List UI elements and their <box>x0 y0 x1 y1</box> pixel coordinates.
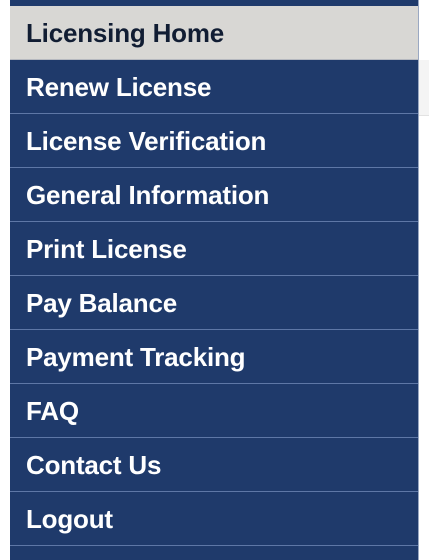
menu-item-label: General Information <box>26 179 270 210</box>
content-panel-edge <box>418 60 429 116</box>
menu-item-renew-license[interactable]: Renew License <box>10 60 418 114</box>
menu-item-label: Pay Balance <box>26 287 178 318</box>
menu-item-licensing-home[interactable]: Licensing Home <box>10 6 418 60</box>
licensing-page: Licensing Home Renew License License Ver… <box>0 0 429 560</box>
menu-item-contact-us[interactable]: Contact Us <box>10 438 418 492</box>
licensing-sidebar-menu: Licensing Home Renew License License Ver… <box>10 0 419 560</box>
menu-item-label: Contact Us <box>26 449 162 480</box>
menu-item-label: Logout <box>26 503 113 534</box>
menu-item-label: Payment Tracking <box>26 341 246 372</box>
menu-item-label: FAQ <box>26 395 79 426</box>
menu-item-label: Renew License <box>26 71 212 102</box>
menu-item-print-license[interactable]: Print License <box>10 222 418 276</box>
menu-item-label: Licensing Home <box>26 17 225 48</box>
menu-item-label: Print License <box>26 233 187 264</box>
menu-bottom-strip <box>10 546 418 558</box>
menu-item-payment-tracking[interactable]: Payment Tracking <box>10 330 418 384</box>
menu-item-faq[interactable]: FAQ <box>10 384 418 438</box>
menu-item-general-information[interactable]: General Information <box>10 168 418 222</box>
menu-item-license-verification[interactable]: License Verification <box>10 114 418 168</box>
menu-item-pay-balance[interactable]: Pay Balance <box>10 276 418 330</box>
menu-item-label: License Verification <box>26 125 267 156</box>
menu-item-logout[interactable]: Logout <box>10 492 418 546</box>
